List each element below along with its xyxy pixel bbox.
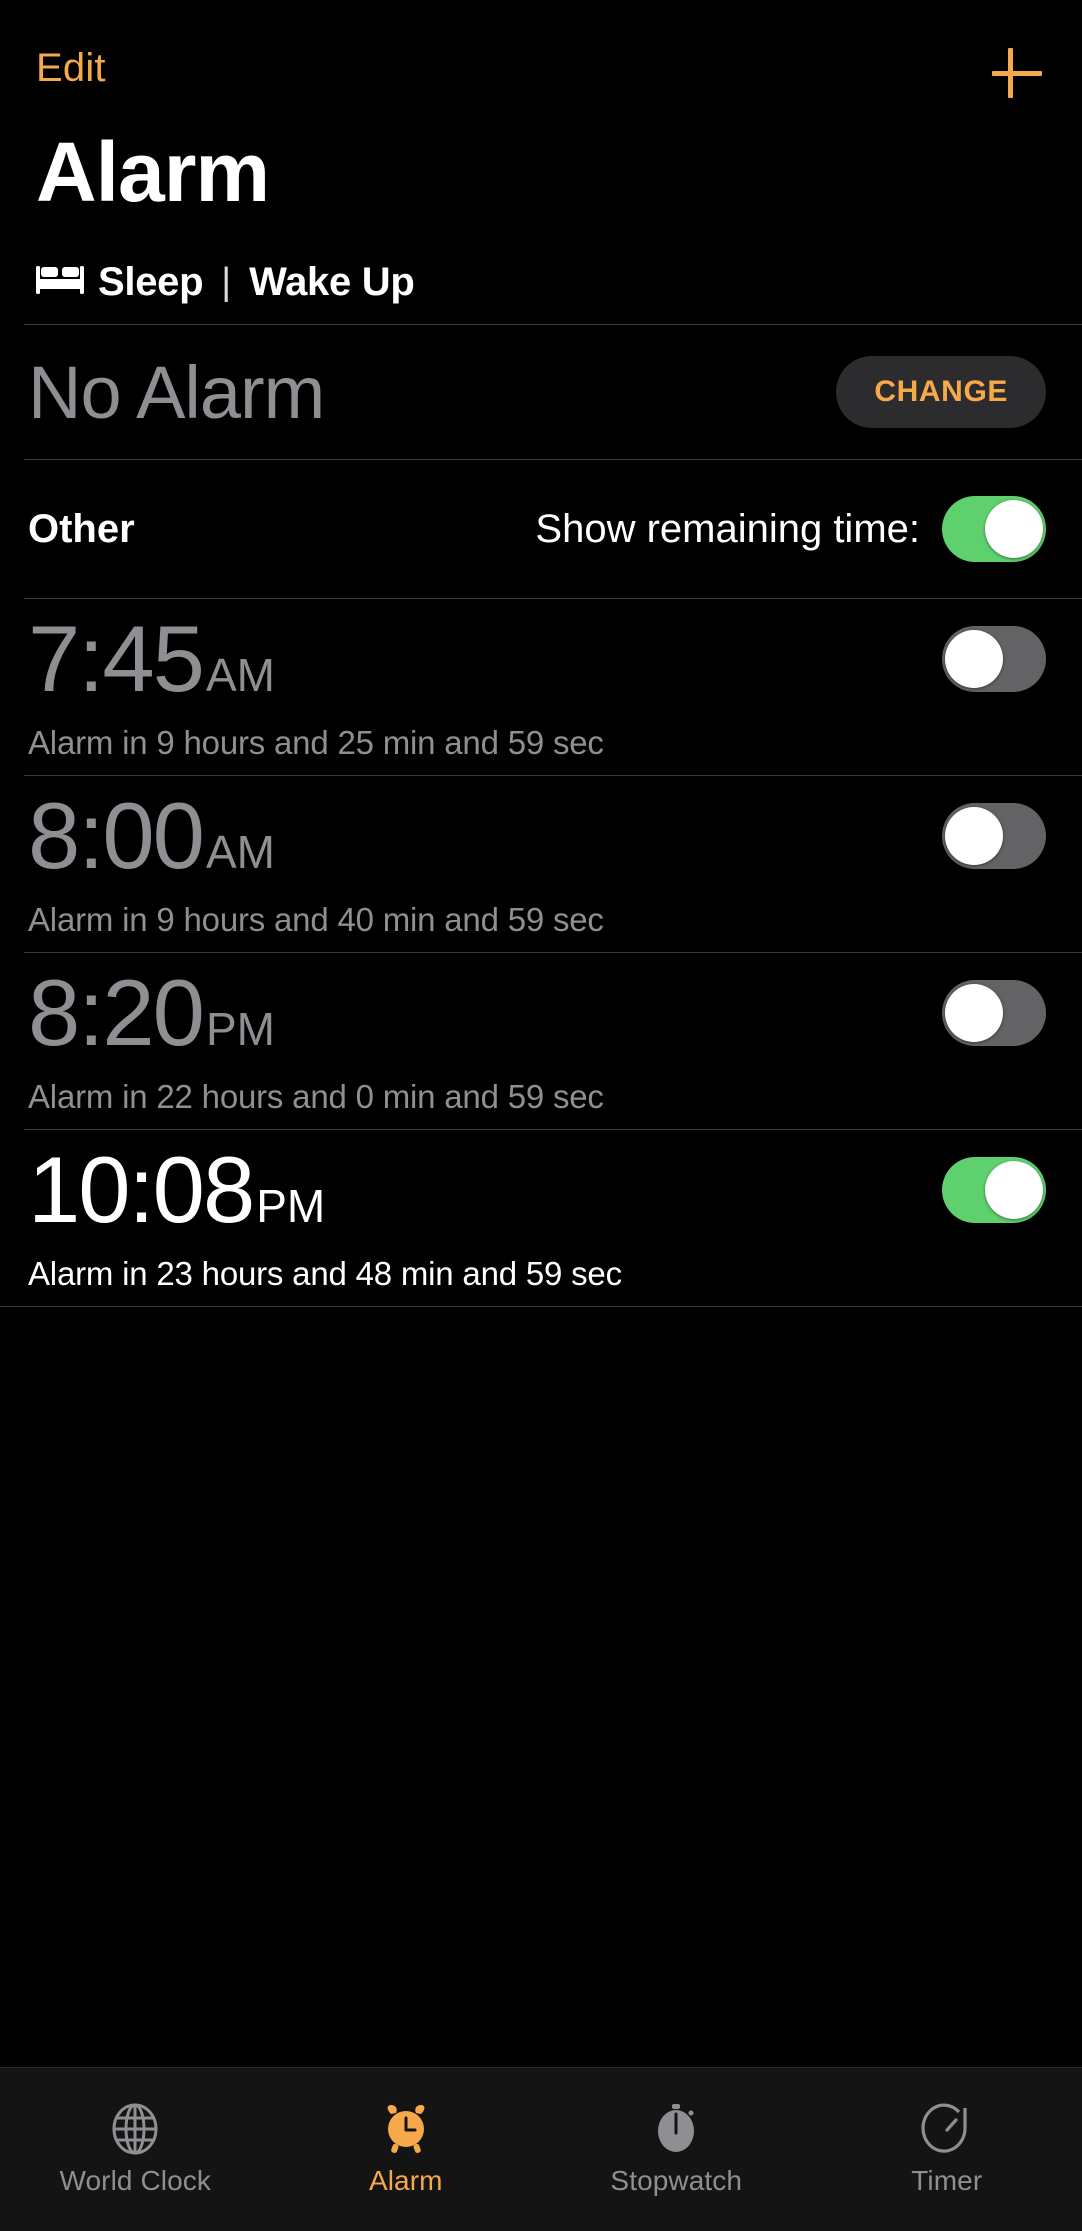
alarm-row[interactable]: 10:08 PM Alarm in 23 hours and 48 min and … (0, 1130, 1082, 1306)
sleep-alarm-value: No Alarm (28, 350, 325, 434)
alarm-meridiem: PM (205, 1003, 275, 1055)
alarm-time-value: 10:08 (28, 1137, 255, 1242)
toggle-knob (945, 984, 1003, 1042)
alarm-toggle[interactable] (942, 980, 1046, 1046)
globe-icon (109, 2103, 161, 2155)
toggle-knob (945, 630, 1003, 688)
plus-icon-horizontal (992, 71, 1042, 76)
sleep-wake-separator: | (221, 260, 232, 303)
sleep-label: Sleep (98, 259, 204, 304)
tab-label-stopwatch: Stopwatch (610, 2164, 743, 2196)
alarm-row[interactable]: 8:20 PM Alarm in 22 hours and 0 min and 59… (0, 953, 1082, 1129)
alarm-subtitle: Alarm in 9 hours and 40 min and 59 sec (28, 901, 604, 938)
tab-stopwatch[interactable]: Stopwatch (541, 2068, 812, 2231)
alarm-time-value: 8:20 (28, 960, 205, 1065)
edit-button[interactable]: Edit (36, 48, 106, 88)
tab-world-clock[interactable]: World Clock (0, 2068, 271, 2231)
timer-icon (921, 2103, 973, 2155)
alarm-meridiem: AM (205, 649, 275, 701)
alarm-subtitle: Alarm in 23 hours and 48 min and 59 sec (28, 1255, 622, 1292)
alarm-row-top: 10:08 PM (28, 1143, 1046, 1237)
alarm-toggle[interactable] (942, 1157, 1046, 1223)
other-section-header: Other Show remaining time: (0, 460, 1082, 598)
alarm-subtitle: Alarm in 9 hours and 25 min and 59 sec (28, 724, 604, 761)
show-remaining-time-control: Show remaining time: (535, 496, 1046, 562)
page-title: Alarm (36, 125, 270, 219)
stopwatch-icon (650, 2103, 702, 2155)
alarm-row[interactable]: 7:45 AM Alarm in 9 hours and 25 min and 59… (0, 599, 1082, 775)
alarm-row-top: 7:45 AM (28, 612, 1046, 706)
alarm-subtitle: Alarm in 22 hours and 0 min and 59 sec (28, 1078, 604, 1115)
tab-bar: World Clock Alarm Stopwatch Timer (0, 2067, 1082, 2231)
add-alarm-button[interactable] (986, 42, 1048, 104)
change-button[interactable]: CHANGE (836, 356, 1046, 428)
alarm-time: 8:20 PM (28, 966, 275, 1060)
tab-timer[interactable]: Timer (812, 2068, 1082, 2231)
alarm-meridiem: AM (205, 826, 275, 878)
show-remaining-time-label: Show remaining time: (535, 506, 920, 551)
tab-label-timer: Timer (911, 2164, 983, 2196)
alarm-toggle[interactable] (942, 803, 1046, 869)
alarm-toggle[interactable] (942, 626, 1046, 692)
alarm-clock-icon (380, 2103, 432, 2155)
alarm-meridiem: PM (256, 1180, 326, 1232)
sleep-wakeup-header[interactable]: Sleep | Wake Up (0, 240, 1082, 324)
bed-icon (36, 263, 84, 302)
tab-alarm[interactable]: Alarm (271, 2068, 542, 2231)
alarm-row[interactable]: 8:00 AM Alarm in 9 hours and 40 min and 59… (0, 776, 1082, 952)
tab-label-alarm: Alarm (368, 2164, 443, 2196)
toggle-knob (985, 500, 1043, 558)
toggle-knob (945, 807, 1003, 865)
sleep-alarm-row[interactable]: No Alarm CHANGE (0, 325, 1082, 459)
navigation-bar: Edit (0, 0, 1082, 110)
alarm-time: 7:45 AM (28, 612, 275, 706)
plus-icon-vertical (1008, 48, 1013, 98)
alarm-row-top: 8:00 AM (28, 789, 1046, 883)
other-label: Other (28, 506, 135, 551)
alarm-row-top: 8:20 PM (28, 966, 1046, 1060)
alarm-time: 10:08 PM (28, 1143, 325, 1237)
alarm-time: 8:00 AM (28, 789, 275, 883)
alarm-time-value: 8:00 (28, 783, 205, 888)
toggle-knob (985, 1161, 1043, 1219)
alarm-time-value: 7:45 (28, 606, 205, 711)
alarm-list: 7:45 AM Alarm in 9 hours and 25 min and 59… (0, 599, 1082, 1307)
wakeup-label: Wake Up (249, 259, 415, 304)
tab-label-world-clock: World Clock (59, 2164, 211, 2196)
alarm-app-screen: Edit Alarm Sleep | Wake Up No Alarm CHAN… (0, 0, 1082, 2231)
show-remaining-time-toggle[interactable] (942, 496, 1046, 562)
